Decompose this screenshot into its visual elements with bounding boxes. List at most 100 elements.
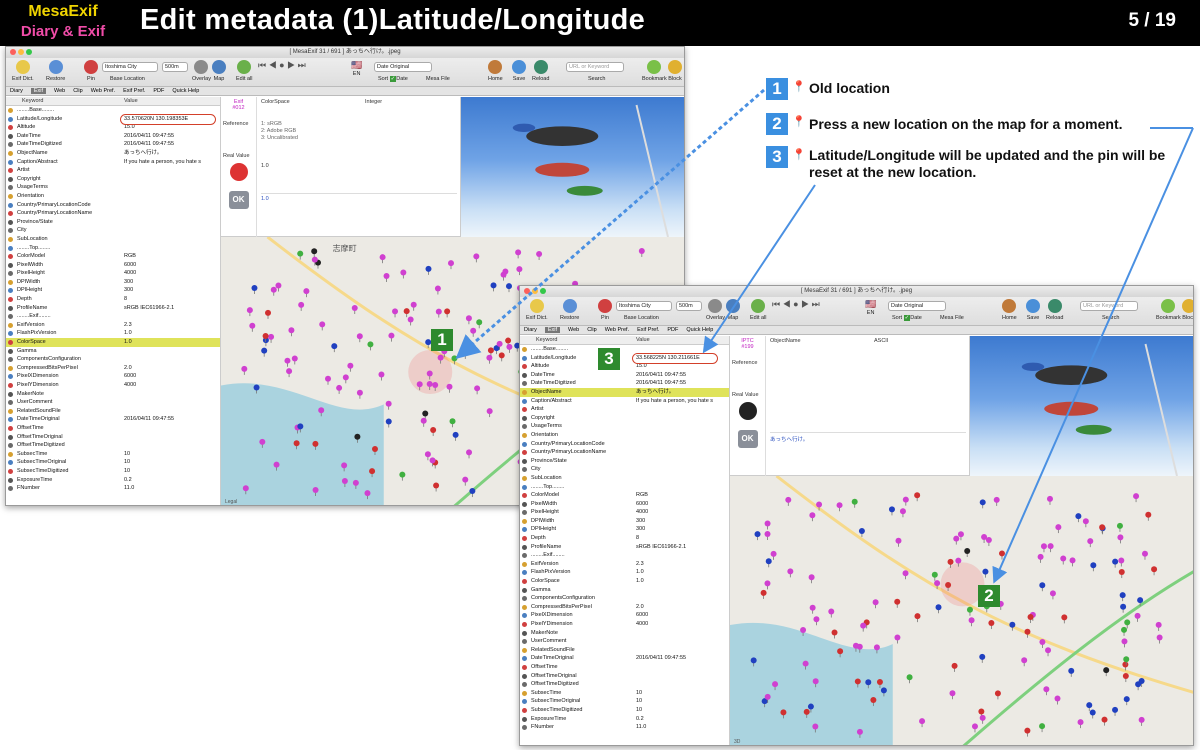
table-row[interactable]: Copyright <box>6 175 220 184</box>
map-pin[interactable] <box>435 308 442 318</box>
table-row[interactable]: MakerNote <box>6 390 220 399</box>
table-row[interactable]: Copyright <box>520 414 729 423</box>
table-row[interactable]: RelatedSoundFile <box>520 646 729 655</box>
toolbar-home-button[interactable]: Home <box>1002 299 1017 321</box>
map-pin[interactable] <box>385 418 392 428</box>
tab-web-pref-[interactable]: Web Pref. <box>605 327 629 333</box>
map-pin[interactable] <box>392 308 399 318</box>
map-pin[interactable] <box>808 574 815 584</box>
map-pin[interactable] <box>764 520 771 530</box>
map-pin[interactable] <box>1024 628 1031 638</box>
zoom-select[interactable]: 500m <box>162 62 188 72</box>
table-row[interactable]: UserComment <box>6 398 220 407</box>
map-pin[interactable] <box>1103 667 1110 677</box>
map-pin[interactable] <box>1077 719 1084 729</box>
table-row[interactable]: Orientation <box>6 192 220 201</box>
map-pin[interactable] <box>1054 695 1061 705</box>
map-pin[interactable] <box>1121 638 1128 648</box>
map-pin[interactable] <box>971 723 978 733</box>
map-pin[interactable] <box>1039 638 1046 648</box>
toolbar-block-button[interactable]: Block <box>1182 299 1193 321</box>
table-row[interactable]: Caption/Abstract If you hate a person, y… <box>6 158 220 167</box>
map-pin[interactable] <box>446 383 453 393</box>
map-pin[interactable] <box>1099 524 1106 534</box>
map-pin[interactable] <box>1055 524 1062 534</box>
map-pin[interactable] <box>399 471 406 481</box>
map-pin[interactable] <box>951 662 958 672</box>
map-pin[interactable] <box>498 352 505 362</box>
tab-pdf[interactable]: PDF <box>153 88 164 94</box>
table-row[interactable]: ColorModel RGB <box>6 252 220 261</box>
map-pin[interactable] <box>919 718 926 728</box>
language-button[interactable]: 🇺🇸 EN <box>865 299 876 316</box>
map-pin[interactable] <box>964 547 971 557</box>
map-pin[interactable] <box>914 613 921 623</box>
map-pin[interactable] <box>1037 553 1044 563</box>
toolbar-block-button[interactable]: Block <box>668 60 682 82</box>
mesa-file-checkbox[interactable]: Mesa File <box>940 315 964 321</box>
table-row[interactable]: Country/PrimaryLocationName <box>6 209 220 218</box>
map-pin[interactable] <box>490 282 497 292</box>
map-pin[interactable] <box>486 408 493 418</box>
table-row[interactable]: ColorModel RGB <box>520 491 729 500</box>
map-pin[interactable] <box>1089 709 1096 719</box>
map-pin[interactable] <box>298 301 305 311</box>
table-row[interactable]: Depth 8 <box>520 534 729 543</box>
map-pin[interactable] <box>319 321 326 331</box>
map-pin[interactable] <box>770 550 777 560</box>
table-row[interactable]: FNumber 11.0 <box>520 723 729 732</box>
map-pin[interactable] <box>486 354 493 364</box>
table-row[interactable]: DateTime 2016/04/11 09:47:55 <box>520 371 729 380</box>
toolbar-overlay-button[interactable]: Overlay <box>192 60 211 82</box>
map-pin[interactable] <box>1120 603 1127 613</box>
tab-web[interactable]: Web <box>54 88 65 94</box>
toolbar-map-button[interactable]: Map <box>212 60 226 82</box>
tab-web[interactable]: Web <box>568 327 579 333</box>
toolbar-home-button[interactable]: Home <box>488 60 503 82</box>
map-pin[interactable] <box>291 355 298 365</box>
map-pin[interactable] <box>985 537 992 547</box>
map-pin[interactable] <box>462 476 469 486</box>
search-input[interactable]: URL or Keyword <box>1080 301 1138 311</box>
map-pin[interactable] <box>1112 558 1119 568</box>
map-pin[interactable] <box>935 604 942 614</box>
map-pin[interactable] <box>914 492 921 502</box>
map-pin[interactable] <box>831 629 838 639</box>
map-pin[interactable] <box>1009 621 1016 631</box>
zoom-select[interactable]: 500m <box>676 301 702 311</box>
toolbar-restore-button[interactable]: Restore <box>560 299 579 321</box>
map-pin[interactable] <box>858 528 865 538</box>
map-pin[interactable] <box>906 674 913 684</box>
table-row[interactable]: RelatedSoundFile <box>6 407 220 416</box>
map-pin[interactable] <box>1145 511 1152 521</box>
map-pin[interactable] <box>1090 562 1097 572</box>
map-pin[interactable] <box>1155 621 1162 631</box>
map-pin[interactable] <box>1046 495 1053 505</box>
map-pin[interactable] <box>462 349 469 359</box>
table-row[interactable]: SubsecTimeDigitized 10 <box>6 467 220 476</box>
map-pin[interactable] <box>994 690 1001 700</box>
map-pin[interactable] <box>378 371 385 381</box>
map-pin[interactable] <box>476 319 483 329</box>
table-row[interactable]: ObjectName あっちへ行け。 <box>520 387 729 397</box>
map-pin[interactable] <box>787 568 794 578</box>
map-pin[interactable] <box>433 482 440 492</box>
toolbar-pin-button[interactable]: Pin <box>84 60 98 82</box>
map-pin[interactable] <box>993 496 1000 506</box>
toolbar-reload-button[interactable]: Reload <box>1046 299 1063 321</box>
map-pin[interactable] <box>336 384 343 394</box>
map-pin[interactable] <box>1118 569 1125 579</box>
toolbar-edit-all-button[interactable]: Edit all <box>750 299 767 321</box>
map-pin[interactable] <box>288 327 295 337</box>
map-pin[interactable] <box>1119 592 1126 602</box>
sort-select[interactable]: Date Original <box>374 62 432 72</box>
map-pin[interactable] <box>1138 716 1145 726</box>
table-row[interactable]: ObjectName あっちへ行け。 <box>6 149 220 158</box>
toolbar-overlay-button[interactable]: Overlay <box>706 299 725 321</box>
location-field[interactable]: Itoshima City <box>102 62 158 72</box>
map-pin[interactable] <box>764 580 771 590</box>
map-pin[interactable] <box>268 333 275 343</box>
map-pin[interactable] <box>851 498 858 508</box>
ok-button[interactable]: OK <box>737 430 758 448</box>
tab-web-pref-[interactable]: Web Pref. <box>91 88 115 94</box>
